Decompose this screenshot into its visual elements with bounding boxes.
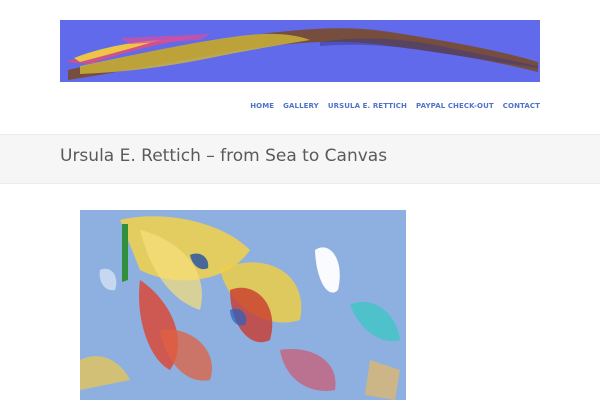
header-banner-painting: [60, 20, 540, 82]
main-navigation: HOME GALLERY URSULA E. RETTICH PAYPAL CH…: [250, 102, 540, 110]
nav-item-paypal-check-out[interactable]: PAYPAL CHECK-OUT: [416, 102, 494, 110]
nav-item-ursula-e-rettich[interactable]: URSULA E. RETTICH: [328, 102, 407, 110]
page-title: Ursula E. Rettich – from Sea to Canvas: [60, 146, 388, 166]
nav-item-gallery[interactable]: GALLERY: [283, 102, 319, 110]
nav-item-home[interactable]: HOME: [250, 102, 274, 110]
featured-artwork-image[interactable]: [80, 210, 406, 400]
nav-item-contact[interactable]: CONTACT: [503, 102, 540, 110]
